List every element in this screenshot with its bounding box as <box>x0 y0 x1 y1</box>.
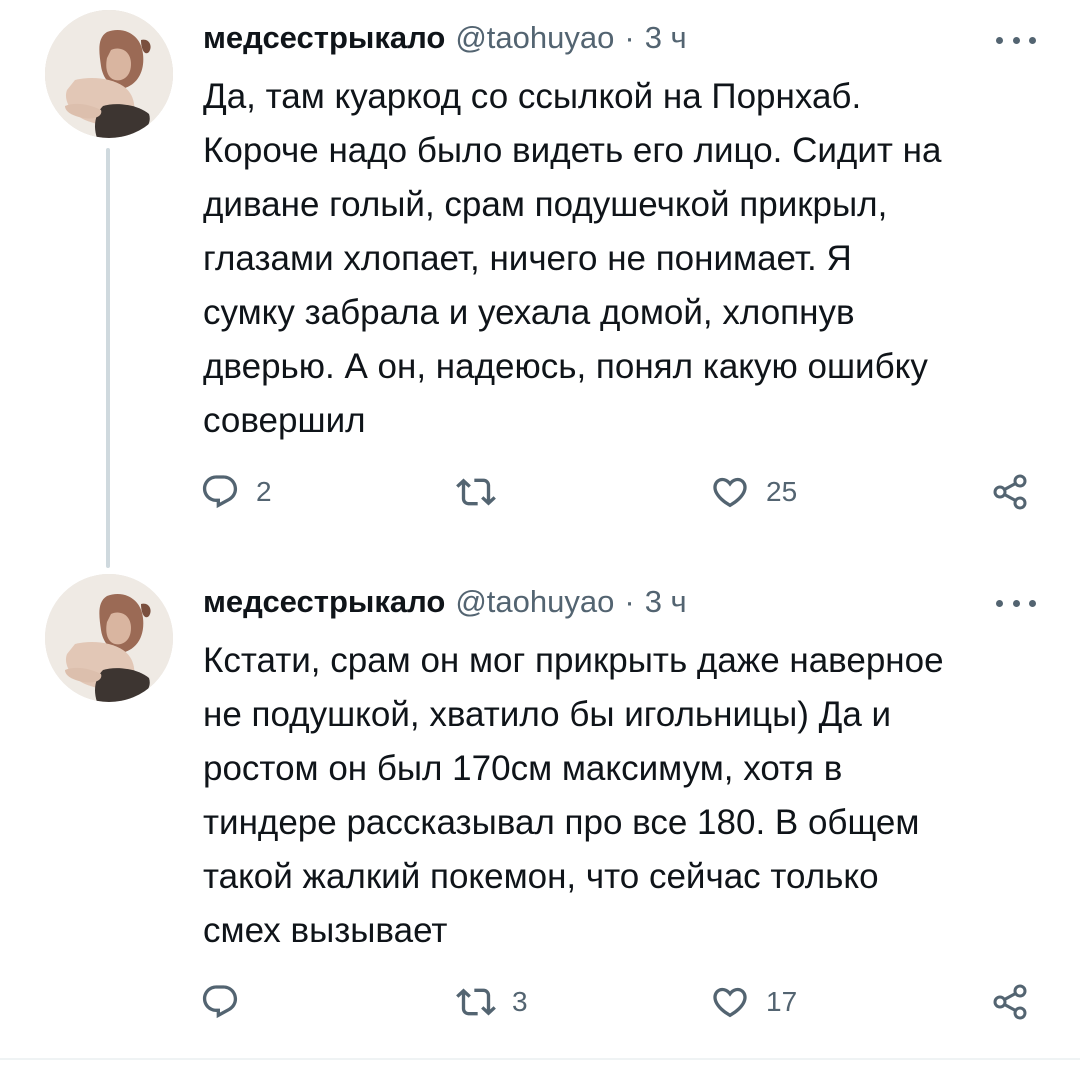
action-bar: 3 17 <box>200 980 1040 1024</box>
avatar[interactable] <box>45 10 173 138</box>
share-button[interactable] <box>990 470 1030 514</box>
timestamp[interactable]: 3 ч <box>645 584 687 620</box>
like-count: 17 <box>766 986 798 1017</box>
retweet-icon <box>456 472 496 512</box>
more-icon[interactable] <box>996 588 1036 618</box>
avatar-image <box>45 574 173 702</box>
tweet[interactable]: медсестрыкало @taohuyao · 3 ч Кстати, ср… <box>0 560 1080 1060</box>
like-button[interactable]: 17 <box>710 980 797 1024</box>
avatar-image <box>45 10 173 138</box>
tweet[interactable]: медсестрыкало @taohuyao · 3 ч Да, там ку… <box>0 0 1080 568</box>
retweet-button[interactable] <box>456 470 512 514</box>
separator: · <box>624 20 635 55</box>
avatar[interactable] <box>45 574 173 702</box>
retweet-icon <box>456 982 496 1022</box>
reply-icon <box>200 472 240 512</box>
like-count: 25 <box>766 476 798 507</box>
retweet-button[interactable]: 3 <box>456 980 528 1024</box>
handle[interactable]: @taohuyao <box>455 20 614 56</box>
tweet-header: медсестрыкало @taohuyao · 3 ч <box>203 16 687 60</box>
more-icon[interactable] <box>996 25 1036 55</box>
reply-button[interactable] <box>200 980 256 1024</box>
display-name[interactable]: медсестрыкало <box>203 20 445 56</box>
reply-icon <box>200 982 240 1022</box>
like-button[interactable]: 25 <box>710 470 797 514</box>
action-bar: 2 25 <box>200 470 1040 514</box>
thread-line <box>106 148 110 568</box>
display-name[interactable]: медсестрыкало <box>203 584 445 620</box>
tweet-header: медсестрыкало @taohuyao · 3 ч <box>203 580 687 624</box>
reply-button[interactable]: 2 <box>200 470 272 514</box>
divider <box>0 1058 1080 1060</box>
handle[interactable]: @taohuyao <box>455 584 614 620</box>
tweet-text: Кстати, срам он мог прикрыть даже наверн… <box>203 641 944 950</box>
timestamp[interactable]: 3 ч <box>645 20 687 56</box>
share-icon <box>990 982 1030 1022</box>
share-button[interactable] <box>990 980 1030 1024</box>
separator: · <box>624 584 635 619</box>
heart-icon <box>710 472 750 512</box>
share-icon <box>990 472 1030 512</box>
reply-count: 2 <box>256 476 272 507</box>
heart-icon <box>710 982 750 1022</box>
tweet-text: Да, там куаркод со ссылкой на Порнхаб. К… <box>203 77 942 440</box>
retweet-count: 3 <box>512 986 528 1017</box>
